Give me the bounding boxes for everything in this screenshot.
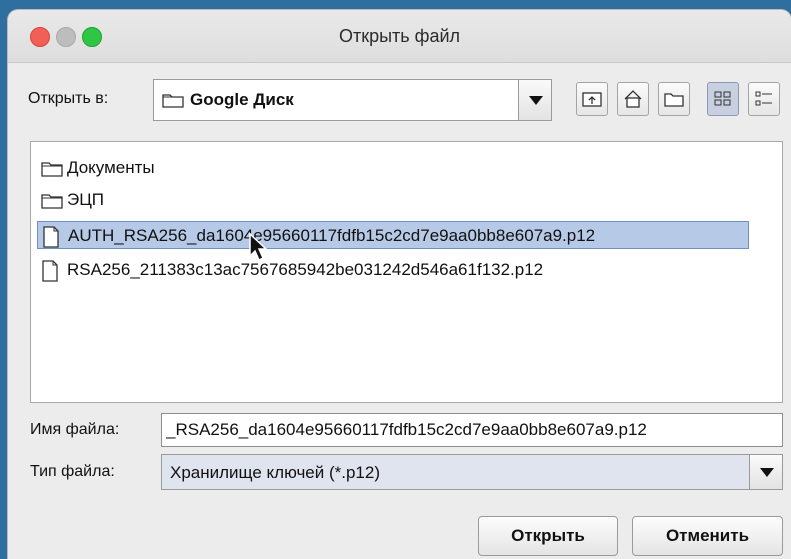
folder-icon bbox=[162, 92, 184, 113]
file-type-dropdown-button[interactable] bbox=[749, 455, 782, 489]
folder-icon bbox=[41, 158, 63, 186]
dialog-title: Открыть файл bbox=[338, 26, 461, 46]
list-item-file-auth[interactable]: AUTH_RSA256_da1604e95660117fdfb15c2cd7e9… bbox=[37, 221, 749, 249]
details-view-icon bbox=[755, 91, 772, 106]
file-list[interactable]: Документы ЭЦП AUTH_RSA256_da1604e9566011… bbox=[30, 141, 783, 403]
new-folder-button[interactable] bbox=[658, 82, 690, 116]
cancel-button[interactable]: Отменить bbox=[632, 516, 783, 556]
up-folder-icon bbox=[582, 92, 602, 107]
file-name-input[interactable] bbox=[161, 413, 783, 447]
title-bar: Открыть файл bbox=[8, 10, 791, 63]
list-item-file-rsa[interactable]: RSA256_211383c13ac7567685942be031242d546… bbox=[37, 256, 543, 284]
file-icon bbox=[41, 260, 59, 291]
home-icon bbox=[624, 90, 642, 108]
look-in-combo[interactable]: Google Диск bbox=[153, 79, 552, 121]
chevron-down-icon bbox=[760, 468, 774, 477]
open-button[interactable]: Открыть bbox=[478, 516, 618, 556]
new-folder-icon bbox=[664, 93, 684, 107]
file-type-combo[interactable]: Хранилище ключей (*.p12) bbox=[161, 454, 783, 490]
details-view-button[interactable] bbox=[748, 82, 780, 116]
file-type-value: Хранилище ключей (*.p12) bbox=[170, 463, 381, 482]
list-item-folder-ecp[interactable]: ЭЦП bbox=[37, 186, 104, 214]
list-view-icon bbox=[714, 91, 731, 106]
look-in-dropdown-button[interactable] bbox=[518, 80, 551, 120]
mouse-pointer-icon bbox=[248, 232, 270, 267]
up-folder-button[interactable] bbox=[576, 82, 608, 116]
file-icon bbox=[42, 226, 60, 257]
list-item-folder-documents[interactable]: Документы bbox=[37, 154, 155, 182]
folder-icon bbox=[41, 190, 63, 218]
look-in-value: Google Диск bbox=[190, 90, 294, 109]
list-view-button[interactable] bbox=[707, 82, 739, 116]
list-item-label: RSA256_211383c13ac7567685942be031242d546… bbox=[67, 260, 544, 279]
list-item-label: ЭЦП bbox=[67, 190, 105, 209]
file-type-label: Тип файла: bbox=[30, 463, 115, 480]
list-item-label: Документы bbox=[67, 158, 155, 177]
look-in-label: Открыть в: bbox=[28, 90, 109, 107]
list-item-label: AUTH_RSA256_da1604e95660117fdfb15c2cd7e9… bbox=[68, 226, 596, 245]
open-file-dialog: Открыть файл Открыть в: Google Диск Доку… bbox=[8, 10, 791, 559]
home-button[interactable] bbox=[617, 82, 649, 116]
chevron-down-icon bbox=[529, 96, 543, 105]
file-name-label: Имя файла: bbox=[30, 421, 120, 438]
